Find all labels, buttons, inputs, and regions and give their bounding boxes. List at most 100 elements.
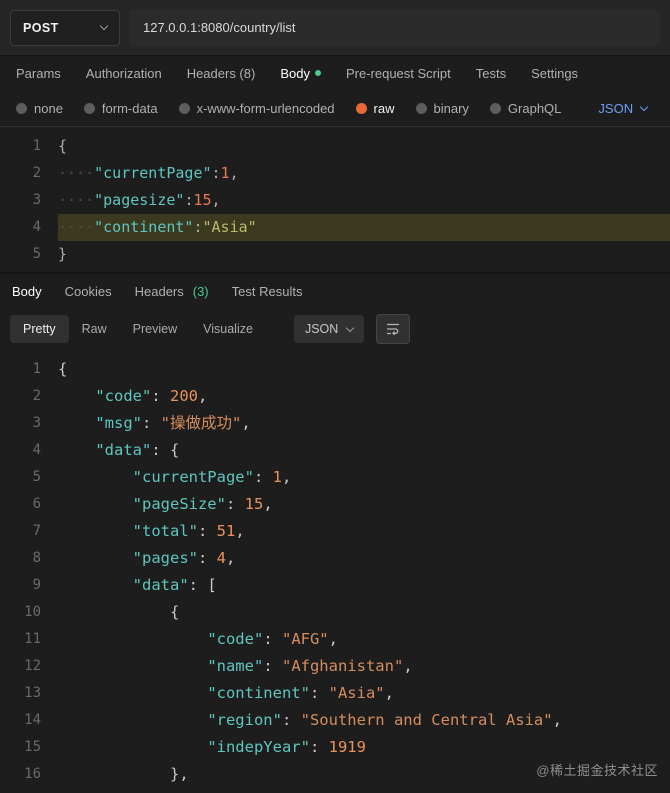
response-tab-cookies[interactable]: Cookies (65, 284, 112, 299)
radio-icon (415, 102, 427, 114)
tab-settings[interactable]: Settings (531, 66, 578, 81)
radio-icon (178, 102, 190, 114)
code-content: "code": 200, (95, 387, 208, 405)
code-content: "currentPage": 1, (132, 468, 292, 486)
view-tab-pretty[interactable]: Pretty (10, 315, 69, 343)
code-line: 1{ (0, 356, 670, 383)
line-number: 4 (32, 442, 41, 458)
response-tab-headers[interactable]: Headers (3) (135, 284, 209, 299)
line-number: 13 (24, 685, 41, 701)
code-content: { (58, 137, 68, 155)
code-line: 3 ····"pagesize":15, (0, 187, 670, 214)
line-number: 1 (32, 361, 41, 377)
line-number: 3 (32, 415, 41, 431)
code-line: 6 "pageSize": 15, (0, 491, 670, 518)
response-format-label: JSON (304, 322, 339, 336)
line-number: 3 (32, 192, 41, 208)
body-type-none[interactable]: none (16, 101, 63, 116)
wrap-text-icon (387, 323, 400, 336)
line-number: 1 (32, 138, 41, 154)
tab-authorization[interactable]: Authorization (86, 66, 162, 81)
url-input[interactable]: 127.0.0.1:8080/country/list (129, 9, 660, 46)
line-number: 14 (24, 712, 41, 728)
tab-headers[interactable]: Headers (8) (187, 66, 256, 81)
raw-format-label: JSON (598, 100, 634, 116)
code-line: 3 "msg": "操做成功", (0, 410, 670, 437)
response-tabs: Body Cookies Headers (3) Test Results (0, 274, 670, 308)
line-number: 9 (32, 577, 41, 593)
chevron-down-icon (639, 102, 649, 111)
response-section: Body Cookies Headers (3) Test Results Pr… (0, 272, 670, 792)
line-number: 8 (32, 550, 41, 566)
code-content: { (58, 360, 68, 378)
code-line: 14 "region": "Southern and Central Asia"… (0, 707, 670, 734)
code-content: "indepYear": 1919 (207, 738, 366, 756)
line-number: 2 (32, 165, 41, 181)
code-content: "msg": "操做成功", (95, 414, 251, 432)
response-tab-body[interactable]: Body (12, 284, 42, 299)
chevron-down-icon (99, 21, 109, 31)
code-line: 4 "data": { (0, 437, 670, 464)
line-number: 5 (32, 246, 41, 262)
tab-params[interactable]: Params (16, 66, 61, 81)
method-label: POST (23, 20, 59, 35)
body-type-binary[interactable]: binary (415, 100, 469, 116)
code-content: "pageSize": 15, (132, 495, 273, 513)
headers-count-badge: (3) (192, 283, 209, 299)
code-content: { (169, 603, 180, 621)
line-number: 7 (32, 523, 41, 539)
body-type-label: none (34, 100, 63, 116)
code-line: 2 ····"currentPage":1, (0, 160, 670, 187)
body-type-x-www-form-urlencoded[interactable]: x-www-form-urlencoded (178, 101, 335, 116)
code-line: 1{ (0, 133, 670, 160)
request-url-bar: POST 127.0.0.1:8080/country/list (0, 0, 670, 56)
code-line: 10 { (0, 599, 670, 626)
code-line: 12 "name": "Afghanistan", (0, 653, 670, 680)
line-number: 11 (24, 631, 41, 647)
body-type-label: form-data (101, 100, 158, 116)
response-body-viewer[interactable]: 1{2 "code": 200, 3 "msg": "操做成功", 4 "data"… (0, 350, 670, 792)
tab-body[interactable]: Body (280, 66, 321, 81)
code-content: "pages": 4, (132, 549, 236, 567)
body-type-label: binary (433, 100, 469, 116)
response-tab-headers-label: Headers (134, 283, 184, 299)
view-tab-preview[interactable]: Preview (120, 315, 190, 343)
code-line: 9 "data": [ (0, 572, 670, 599)
radio-icon (489, 102, 501, 114)
radio-icon (16, 102, 27, 114)
view-tab-visualize[interactable]: Visualize (190, 315, 266, 343)
raw-format-select[interactable]: JSON (598, 100, 649, 116)
line-number: 15 (24, 739, 41, 755)
response-tab-test-results[interactable]: Test Results (232, 284, 303, 299)
code-line: 15 "indepYear": 1919 (0, 734, 670, 761)
view-tab-raw[interactable]: Raw (69, 315, 120, 343)
code-content: ····"pagesize":15, (58, 191, 221, 209)
code-content: "code": "AFG", (207, 630, 338, 648)
line-number: 5 (32, 469, 41, 485)
code-line: 8 "pages": 4, (0, 545, 670, 572)
method-select[interactable]: POST (10, 9, 120, 46)
code-line: 5} (0, 241, 670, 268)
url-text: 127.0.0.1:8080/country/list (143, 20, 296, 35)
tab-tests[interactable]: Tests (476, 66, 506, 81)
tab-pre-request-script[interactable]: Pre-request Script (346, 66, 451, 81)
body-type-graphql[interactable]: GraphQL (489, 101, 561, 116)
body-type-raw[interactable]: raw (355, 100, 395, 116)
line-number: 12 (24, 658, 41, 674)
code-content: "total": 51, (132, 522, 245, 540)
response-format-select[interactable]: JSON (293, 315, 365, 343)
body-type-row: none form-data x-www-form-urlencoded raw… (0, 90, 670, 126)
radio-icon (83, 102, 95, 114)
code-line: 5 "currentPage": 1, (0, 464, 670, 491)
code-line: 4 ····"continent":"Asia" (0, 214, 670, 241)
line-number: 2 (32, 388, 41, 404)
radio-selected-icon (355, 102, 367, 114)
body-type-label: raw (373, 100, 395, 116)
wrap-text-button[interactable] (376, 314, 411, 344)
code-content: "name": "Afghanistan", (207, 657, 413, 675)
request-tabs: Params Authorization Headers (8) Body Pr… (0, 56, 670, 90)
chevron-down-icon (346, 323, 355, 332)
body-type-form-data[interactable]: form-data (83, 100, 158, 116)
request-body-editor[interactable]: 1{2 ····"currentPage":1, 3 ····"pagesize":1… (0, 126, 670, 272)
code-content: "data": [ (132, 576, 217, 594)
